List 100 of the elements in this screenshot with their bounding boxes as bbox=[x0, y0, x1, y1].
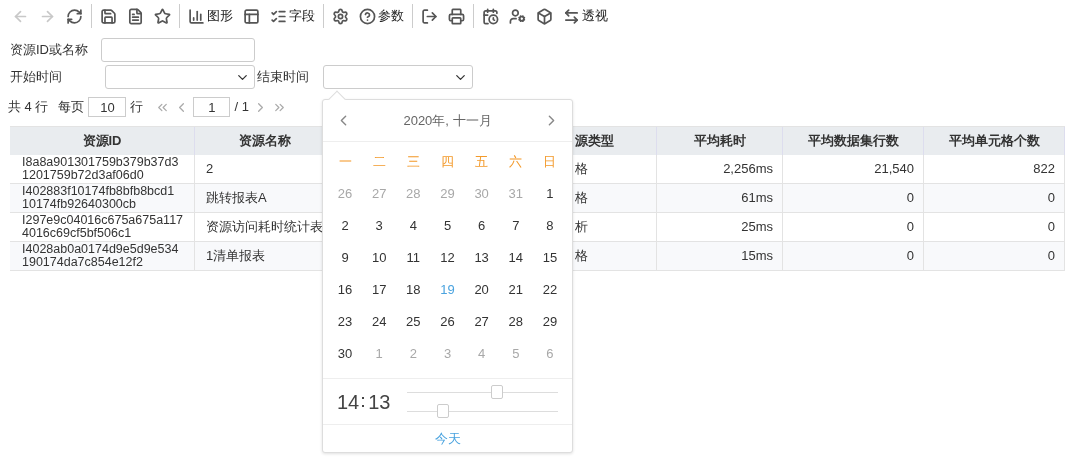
column-header: 平均耗时 bbox=[693, 132, 746, 151]
layout-icon bbox=[243, 7, 260, 25]
table-cell-text: 0 bbox=[906, 189, 914, 208]
field-label: 开始时间 bbox=[10, 68, 63, 87]
table-cell-text: I297e9c04016c675a675a117 4016c69cf5bf506c1 bbox=[22, 214, 185, 240]
day-cell[interactable]: 2 bbox=[339, 216, 351, 236]
day-cell[interactable]: 10 bbox=[369, 248, 389, 268]
toolbar-button[interactable]: 参数 bbox=[355, 4, 408, 28]
day-cell[interactable]: 21 bbox=[506, 280, 525, 300]
day-cell[interactable]: 5 bbox=[441, 216, 454, 236]
month-title: 2020年, 十一月 bbox=[403, 111, 492, 130]
day-cell[interactable]: 18 bbox=[404, 280, 423, 300]
table-cell-text: 61ms bbox=[741, 189, 773, 208]
weekday-label: 日 bbox=[543, 153, 557, 172]
page-size-label: 每页 bbox=[58, 98, 85, 117]
day-cell[interactable]: 3 bbox=[373, 216, 385, 236]
day-cell[interactable]: 9 bbox=[339, 248, 351, 268]
table-cell-text: 21,540 bbox=[874, 160, 914, 179]
weekday-label: 二 bbox=[372, 153, 386, 172]
table-cell-text: 格 bbox=[575, 189, 588, 208]
day-cell[interactable]: 29 bbox=[540, 312, 560, 332]
search-field[interactable] bbox=[101, 38, 255, 62]
help-icon bbox=[359, 7, 376, 25]
page-size-field[interactable]: 10 bbox=[88, 97, 127, 117]
minute-value: 13 bbox=[368, 389, 391, 415]
calendar-clock-icon bbox=[482, 7, 499, 25]
document-icon bbox=[127, 7, 144, 25]
table-cell-text: 25ms bbox=[741, 218, 773, 237]
day-cell[interactable]: 17 bbox=[369, 280, 389, 300]
day-cell[interactable]: 15 bbox=[540, 248, 560, 268]
toolbar-button[interactable]: 字段 bbox=[266, 4, 319, 28]
day-cell[interactable]: 25 bbox=[404, 312, 423, 332]
swap-arrows-icon bbox=[563, 7, 580, 25]
column-header: 平均数据集行数 bbox=[807, 132, 899, 151]
slider-thumb[interactable] bbox=[437, 403, 449, 418]
table-cell-text: 0 bbox=[906, 218, 914, 237]
day-cell[interactable]: 30 bbox=[335, 344, 355, 364]
day-cell[interactable]: 4 bbox=[407, 216, 419, 236]
page-size-unit: 行 bbox=[130, 98, 144, 117]
field-label: 结束时间 bbox=[257, 68, 310, 87]
day-cell[interactable]: 1 bbox=[544, 184, 556, 204]
column-header: 平均单元格个数 bbox=[948, 132, 1040, 151]
toolbar-button[interactable]: 透视 bbox=[559, 4, 612, 28]
table-cell-text: 格 bbox=[575, 247, 588, 266]
day-cell[interactable]: 8 bbox=[544, 216, 556, 236]
table-cell-text: 2 bbox=[206, 160, 214, 179]
table-cell-text: I402883f10174fb8bfb8bcd1 10174fb92640300cb bbox=[22, 185, 176, 211]
weekday-label: 六 bbox=[509, 153, 523, 172]
day-cell[interactable]: 28 bbox=[506, 312, 525, 332]
toolbar-button[interactable]: 图形 bbox=[184, 4, 237, 28]
table-cell-text: 跳转报表A bbox=[206, 189, 267, 208]
bar-chart-icon bbox=[188, 7, 205, 25]
day-cell[interactable]: 11 bbox=[404, 248, 423, 268]
table-cell-text: 0 bbox=[1047, 247, 1055, 266]
table-cell-text: 0 bbox=[1047, 189, 1055, 208]
weekday-label: 一 bbox=[338, 153, 352, 172]
table-cell-text: 析 bbox=[575, 218, 588, 237]
day-cell[interactable]: 16 bbox=[335, 280, 355, 300]
export-icon bbox=[421, 7, 438, 25]
column-header: 资源ID bbox=[82, 132, 122, 151]
settings-icon bbox=[332, 7, 349, 25]
table-cell-text: 0 bbox=[1047, 218, 1055, 237]
table-cell-text: I4028ab0a0174d9e5d9e534 190174da7c854e12f2 bbox=[22, 243, 180, 269]
table-cell-text: 1清单报表 bbox=[206, 247, 266, 266]
save-icon bbox=[100, 7, 117, 25]
cube-icon bbox=[536, 7, 553, 25]
table-cell-text: 资源访问耗时统计表 bbox=[206, 218, 323, 237]
table-cell-text: 15ms bbox=[741, 247, 773, 266]
day-cell[interactable]: 20 bbox=[472, 280, 491, 300]
day-cell[interactable]: 14 bbox=[506, 248, 525, 268]
print-icon bbox=[448, 7, 465, 25]
table-cell-text: 格 bbox=[575, 160, 588, 179]
row-count: 共 4 行 bbox=[8, 98, 49, 117]
day-cell[interactable]: 13 bbox=[472, 248, 491, 268]
column-header: 源类型 bbox=[575, 132, 614, 151]
column-header: 资源名称 bbox=[238, 132, 291, 151]
day-cell[interactable]: 22 bbox=[540, 280, 560, 300]
field-label: 资源ID或名称 bbox=[10, 41, 89, 60]
table-cell-text: 0 bbox=[906, 247, 914, 266]
weekday-label: 五 bbox=[475, 153, 489, 172]
refresh-icon bbox=[66, 7, 83, 25]
day-cell[interactable]: 23 bbox=[335, 312, 355, 332]
table-cell-text: I8a8a901301759b379b37d3 1201759b72d3af06d0 bbox=[22, 156, 180, 182]
day-cell[interactable]: 26 bbox=[438, 312, 457, 332]
weekday-label: 三 bbox=[406, 153, 420, 172]
star-icon bbox=[154, 7, 171, 25]
day-cell[interactable]: 12 bbox=[438, 248, 457, 268]
hour-value: 14 bbox=[337, 389, 360, 415]
day-cell[interactable]: 27 bbox=[472, 312, 491, 332]
page-total: / 1 bbox=[234, 98, 249, 117]
day-cell[interactable]: 6 bbox=[476, 216, 488, 236]
weekday-label: 四 bbox=[441, 153, 454, 172]
start-time-select[interactable] bbox=[105, 65, 255, 89]
day-cell[interactable]: 7 bbox=[510, 216, 522, 236]
page-field[interactable]: 1 bbox=[193, 97, 231, 117]
slider-thumb[interactable] bbox=[491, 384, 504, 399]
table-cell-text: 822 bbox=[1033, 160, 1055, 179]
day-cell[interactable]: 24 bbox=[369, 312, 389, 332]
user-gear-icon bbox=[509, 7, 526, 25]
table-cell-text: 2,256ms bbox=[723, 160, 773, 179]
